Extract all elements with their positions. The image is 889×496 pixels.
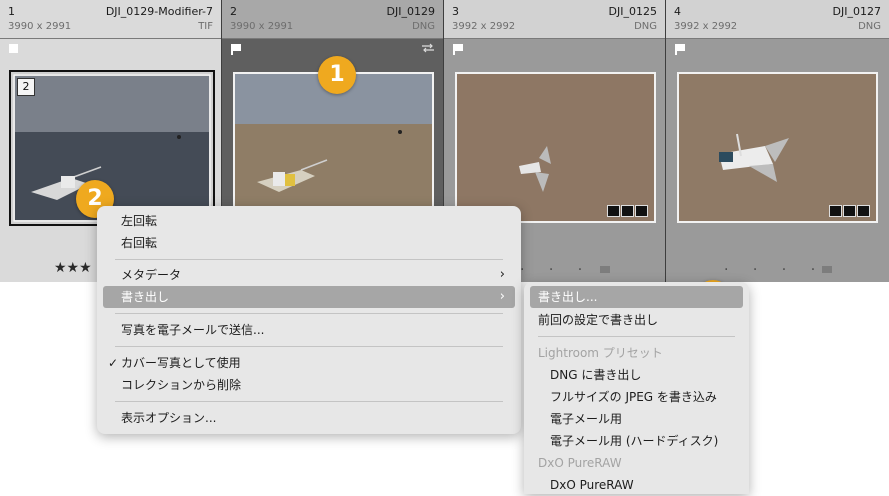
dimensions: 3992 x 2992 [452,21,516,32]
cell-header: 2 DJI_0129 3990 x 2991 DNG [222,0,443,39]
label-swatch[interactable] [600,266,610,273]
menu-item-label: DNG に書き出し [550,368,642,382]
menu-header-label: DxO PureRAW [538,456,622,470]
submenu-item-dxo-pureraw[interactable]: DxO PureRAW [530,474,743,496]
dimensions: 3990 x 2991 [8,21,72,32]
cell-index: 4 [674,5,681,18]
menu-separator [115,259,503,260]
thumbnail-image[interactable] [677,72,878,223]
star-rating[interactable]: ★★★ [54,260,92,276]
thumbnail-image[interactable] [455,72,656,223]
submenu-item-dng[interactable]: DNG に書き出し [530,364,743,386]
menu-separator [115,313,503,314]
menu-item-label: DxO PureRAW [550,478,634,492]
export-submenu: 書き出し... 前回の設定で書き出し Lightroom プリセット DNG に… [524,282,749,494]
flag-icon[interactable] [674,43,686,55]
submenu-item-email-hd[interactable]: 電子メール用 (ハードディスク) [530,430,743,452]
menu-item-label: 電子メール用 [550,412,623,426]
checkmark-icon: ✓ [108,356,119,370]
menu-item-label: フルサイズの JPEG を書き込み [550,390,717,404]
menu-item-label: 電子メール用 (ハードディスク) [550,434,719,448]
cell-index: 1 [8,5,15,18]
file-name: DJI_0127 [832,5,881,18]
cell-header: 1 DJI_0129-Modifier-7 3990 x 2991 TIF [0,0,221,39]
rating-dots[interactable]: · · · · [724,262,825,278]
dimensions: 3990 x 2991 [230,21,294,32]
cell-header: 3 DJI_0125 3992 x 2992 DNG [444,0,665,39]
menu-item-label: 右回転 [121,236,158,250]
menu-item-label: メタデータ [121,268,182,282]
chevron-right-icon: › [499,267,505,282]
menu-item-label: 表示オプション... [121,411,217,425]
menu-item-label: 前回の設定で書き出し [538,313,659,327]
menu-item-export[interactable]: 書き出し › [103,286,515,308]
label-swatch[interactable] [822,266,832,273]
menu-item-remove-from-collection[interactable]: コレクションから削除 [103,374,515,396]
menu-item-metadata[interactable]: メタデータ › [103,264,515,286]
submenu-item-export[interactable]: 書き出し... [530,286,743,308]
menu-item-label: コレクションから削除 [121,378,242,392]
menu-item-view-options[interactable]: 表示オプション... [103,407,515,429]
menu-item-rotate-left[interactable]: 左回転 [103,210,515,232]
menu-item-label: カバー写真として使用 [121,356,241,370]
submenu-item-full-jpeg[interactable]: フルサイズの JPEG を書き込み [530,386,743,408]
submenu-item-email[interactable]: 電子メール用 [530,408,743,430]
menu-item-rotate-right[interactable]: 右回転 [103,232,515,254]
menu-item-label: 左回転 [121,214,158,228]
file-type: DNG [858,21,881,32]
context-menu: 左回転 右回転 メタデータ › 書き出し › 写真を電子メールで送信... ✓ … [97,206,521,434]
file-name: DJI_0129-Modifier-7 [105,5,213,18]
menu-item-email-photo[interactable]: 写真を電子メールで送信... [103,319,515,341]
cell-index: 2 [230,5,237,18]
sync-icon[interactable] [421,43,435,53]
cell-header: 4 DJI_0127 3992 x 2992 DNG [666,0,889,39]
filmstrip-cell-4[interactable]: 4 DJI_0127 3992 x 2992 DNG · · · · [666,0,889,282]
submenu-item-export-previous[interactable]: 前回の設定で書き出し [530,309,743,331]
menu-item-use-as-cover[interactable]: ✓ カバー写真として使用 [103,352,515,374]
menu-header-label: Lightroom プリセット [538,346,663,360]
callout-1: 1 [318,56,356,94]
menu-item-label: 書き出し [121,290,170,304]
stack-count-badge: 2 [17,78,35,96]
chevron-right-icon: › [499,289,505,304]
flag-icon[interactable] [230,43,242,55]
flag-icon[interactable] [8,43,20,55]
dimensions: 3992 x 2992 [674,21,738,32]
menu-separator [115,401,503,402]
photo-badges [607,205,648,217]
submenu-header-dxo: DxO PureRAW [530,452,743,474]
file-name: DJI_0129 [386,5,435,18]
menu-item-label: 写真を電子メールで送信... [121,323,265,337]
cell-index: 3 [452,5,459,18]
file-type: DNG [634,21,657,32]
file-type: DNG [412,21,435,32]
photo-badges [829,205,870,217]
file-name: DJI_0125 [608,5,657,18]
file-type: TIF [198,21,213,32]
menu-item-label: 書き出し... [538,290,598,304]
menu-separator [538,336,735,337]
menu-separator [115,346,503,347]
flag-icon[interactable] [452,43,464,55]
submenu-header-lightroom-presets: Lightroom プリセット [530,342,743,364]
